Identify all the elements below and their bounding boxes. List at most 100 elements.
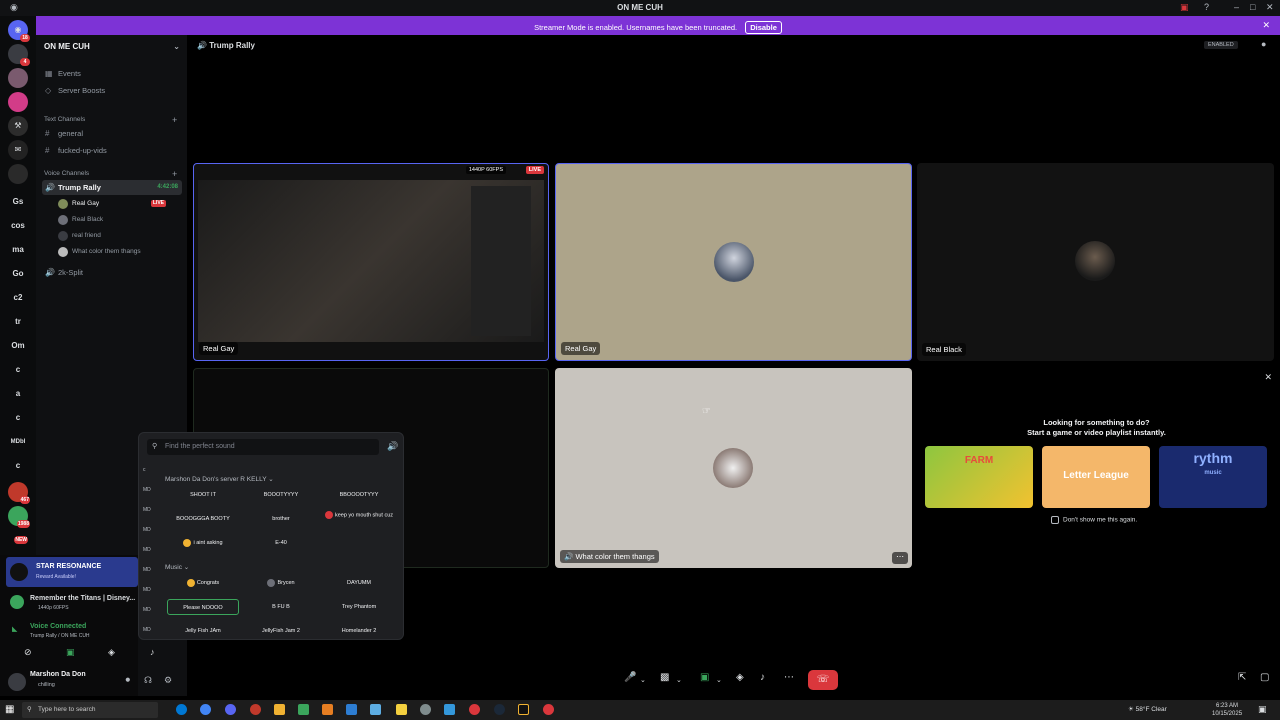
sound-button[interactable]: DAYUMM (323, 575, 395, 591)
app-icon[interactable] (543, 704, 554, 715)
settings-icon[interactable]: ⚙ (164, 675, 172, 686)
server-icon[interactable] (8, 68, 28, 88)
app-icon[interactable] (346, 704, 357, 715)
server-icon[interactable]: c (8, 456, 28, 476)
soundboard-icon[interactable]: ♪ (760, 672, 765, 683)
events-link[interactable]: ▦ Events (42, 66, 182, 81)
app-icon[interactable] (298, 704, 309, 715)
voice-user[interactable]: real friend (58, 229, 178, 243)
voice-channel-2k-split[interactable]: 🔊 2k-Split (42, 265, 182, 280)
app-icon[interactable] (518, 704, 529, 715)
user-avatar[interactable] (8, 673, 26, 691)
add-channel-icon[interactable]: + (172, 169, 177, 179)
close-banner-icon[interactable]: ✕ (1262, 20, 1270, 31)
server-filter[interactable]: MD (143, 547, 151, 553)
screen-share-icon[interactable]: ▣ (700, 672, 709, 683)
camera-off-icon[interactable]: ▩ (660, 672, 669, 683)
server-header[interactable]: ON ME CUH ⌄ (44, 42, 180, 51)
sound-button[interactable]: BOOOTYYYY (245, 487, 317, 503)
popout-icon[interactable]: ⇱ (1238, 672, 1246, 683)
signal-icon[interactable]: ◣ (12, 625, 17, 633)
disconnect-button[interactable]: ☏ (808, 670, 838, 690)
server-icon[interactable]: 467 (8, 482, 30, 504)
server-icon[interactable]: c (8, 360, 28, 380)
activity-card-letter-league[interactable]: Letter League (1042, 446, 1150, 508)
username[interactable]: Marshon Da Don (30, 671, 86, 678)
chevron-down-icon[interactable]: ⌄ (640, 676, 646, 684)
edge-icon[interactable] (176, 704, 187, 715)
taskbar-clock[interactable]: 6:23 AM 10/15/2025 (1212, 702, 1242, 718)
sound-button[interactable]: JellyFish Jam 2 (245, 623, 317, 639)
server-filter[interactable]: MD (143, 627, 151, 633)
app-icon[interactable] (370, 704, 381, 715)
activity-icon[interactable]: ◈ (108, 647, 115, 658)
sound-button[interactable]: Congrats (167, 575, 239, 591)
add-channel-icon[interactable]: + (172, 115, 177, 125)
headphones-icon[interactable]: ☊ (144, 675, 152, 686)
app-icon[interactable] (469, 704, 480, 715)
sound-button[interactable]: i aint asking (167, 535, 239, 551)
voice-channels-category[interactable]: Voice Channels + (44, 169, 177, 179)
voice-channel-trump-rally[interactable]: 🔊 Trump Rally 4:42:08 (42, 180, 182, 195)
voice-connected-label[interactable]: Voice Connected (30, 623, 86, 630)
voice-user[interactable]: Real Gay LIVE (58, 197, 178, 211)
server-icon[interactable]: Gs (8, 192, 28, 212)
more-options-icon[interactable]: ⋯ (892, 552, 908, 564)
close-activities-icon[interactable]: ✕ (1264, 372, 1272, 383)
server-icon[interactable]: tr (8, 312, 28, 332)
server-icon[interactable]: Om (8, 336, 28, 356)
sound-button[interactable]: Homelander 2 (323, 623, 395, 639)
server-filter[interactable]: MD (143, 507, 151, 513)
microphone-icon[interactable]: 🎤 (624, 672, 636, 683)
chevron-down-icon[interactable]: ⌄ (716, 676, 722, 684)
minimize-icon[interactable]: – (1234, 2, 1239, 12)
file-explorer-icon[interactable] (396, 704, 407, 715)
stream-tile[interactable]: 1440P 60FPS LIVE Real Gay (193, 163, 549, 361)
sound-button[interactable]: B FU B (245, 599, 317, 615)
soundboard-icon[interactable]: ♪ (150, 647, 155, 657)
server-icon[interactable]: c2 (8, 288, 28, 308)
home-button[interactable]: ◉ 18 (8, 20, 30, 42)
user-tile[interactable]: Real Gay (555, 163, 912, 361)
server-icon[interactable]: a (8, 384, 28, 404)
server-icon[interactable]: ⚒ (8, 116, 28, 136)
activity-card-rythm[interactable]: rythm music (1159, 446, 1267, 508)
inbox-icon[interactable]: ▣ (1180, 2, 1189, 13)
server-filter[interactable]: c (143, 467, 146, 473)
server-icon[interactable] (8, 164, 28, 184)
taskbar-search-input[interactable]: ⚲ Type here to search (22, 702, 158, 718)
checkbox-icon[interactable] (1051, 516, 1059, 524)
sound-button[interactable]: Brycen (245, 575, 317, 591)
new-badge[interactable]: NEW (8, 530, 28, 550)
server-icon[interactable]: c (8, 408, 28, 428)
windows-start-icon[interactable]: ▦ (5, 704, 14, 715)
screen-share-icon[interactable]: ▣ (66, 647, 75, 658)
sound-button[interactable]: BOOOGGGA BOOTY (167, 511, 239, 527)
sound-button[interactable]: Trey Phantom (323, 599, 395, 615)
user-tile[interactable]: 🔊 What color them thangs ⋯ (555, 368, 912, 568)
server-filter[interactable]: MD (143, 607, 151, 613)
promo-banner[interactable]: STAR RESONANCE Reward Available! (6, 557, 138, 587)
settings-icon[interactable] (420, 704, 431, 715)
server-icon[interactable]: ma (8, 240, 28, 260)
app-icon[interactable] (444, 704, 455, 715)
more-options-icon[interactable]: ⋯ (784, 672, 794, 683)
sound-search-input[interactable]: ⚲ Find the perfect sound (147, 439, 379, 455)
chrome-icon[interactable] (200, 704, 211, 715)
server-boosts-link[interactable]: ◇ Server Boosts (42, 83, 182, 98)
notification-center-icon[interactable]: ▣ (1258, 704, 1267, 715)
sound-button[interactable]: Please NOOOO (167, 599, 239, 615)
server-icon[interactable]: Go (8, 264, 28, 284)
server-filter[interactable]: MD (143, 587, 151, 593)
server-filter[interactable]: MD (143, 567, 151, 573)
channel-general[interactable]: # general (42, 126, 182, 141)
server-icon[interactable]: MDbI (8, 432, 28, 452)
sound-button[interactable]: Jelly Fish JAm (167, 623, 239, 639)
chat-icon[interactable]: ● (1261, 39, 1266, 49)
mute-video-icon[interactable]: ⊘ (24, 647, 32, 658)
dont-show-checkbox[interactable]: Don't show me this again. (1051, 516, 1137, 524)
sound-section-header[interactable]: Music ⌄ (165, 563, 189, 571)
steam-icon[interactable] (494, 704, 505, 715)
activity-card-farm[interactable]: FARM (925, 446, 1033, 508)
chevron-down-icon[interactable]: ⌄ (676, 676, 682, 684)
